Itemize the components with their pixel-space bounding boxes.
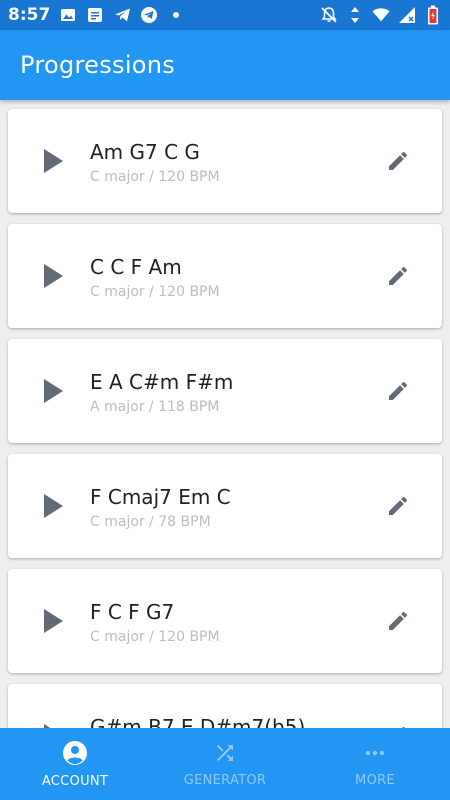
account-icon bbox=[63, 740, 87, 765]
play-button[interactable] bbox=[38, 376, 68, 406]
progression-card[interactable]: Am G7 C G C major / 120 BPM bbox=[8, 109, 442, 213]
battery-icon bbox=[424, 5, 442, 25]
edit-button[interactable] bbox=[384, 492, 412, 520]
progression-chords: Am G7 C G bbox=[90, 140, 200, 164]
pencil-icon bbox=[389, 611, 408, 630]
play-icon bbox=[44, 494, 63, 518]
pencil-icon bbox=[389, 151, 408, 170]
progression-list[interactable]: Am G7 C G C major / 120 BPM C C F Am C m… bbox=[0, 100, 450, 728]
notifications-off-icon bbox=[320, 6, 338, 24]
play-button[interactable] bbox=[38, 491, 68, 521]
nav-more-label: MORE bbox=[355, 772, 395, 788]
progression-meta: C major / 78 BPM bbox=[90, 514, 211, 530]
pencil-icon bbox=[389, 266, 408, 285]
progression-card[interactable]: F C F G7 C major / 120 BPM bbox=[8, 569, 442, 673]
progression-meta: C major / 120 BPM bbox=[90, 629, 220, 645]
play-icon bbox=[44, 264, 63, 288]
progression-card[interactable]: E A C#m F#m A major / 118 BPM bbox=[8, 339, 442, 443]
progression-chords: C C F Am bbox=[90, 255, 182, 279]
status-bar: 8:57 bbox=[0, 0, 450, 30]
pencil-icon bbox=[389, 381, 408, 400]
status-time: 8:57 bbox=[8, 5, 51, 25]
image-icon bbox=[59, 6, 77, 24]
telegram-icon bbox=[113, 6, 131, 24]
more-icon bbox=[365, 750, 385, 755]
progression-card[interactable]: C C F Am C major / 120 BPM bbox=[8, 224, 442, 328]
nav-generator-label: GENERATOR bbox=[183, 772, 267, 788]
telegram-icon bbox=[140, 6, 158, 24]
progression-meta: C major / 120 BPM bbox=[90, 284, 220, 300]
dot-icon bbox=[167, 6, 185, 24]
play-icon bbox=[44, 149, 63, 173]
shuffle-icon bbox=[217, 744, 233, 761]
edit-button[interactable] bbox=[384, 262, 412, 290]
nav-account-label: ACCOUNT bbox=[41, 773, 109, 789]
signal-icon bbox=[398, 6, 416, 24]
play-button[interactable] bbox=[38, 261, 68, 291]
edit-button[interactable] bbox=[384, 607, 412, 635]
play-icon bbox=[44, 379, 63, 403]
play-icon bbox=[44, 609, 63, 633]
pencil-icon bbox=[389, 496, 408, 515]
bottom-navigation: ACCOUNT GENERATOR MORE bbox=[0, 728, 450, 800]
play-button[interactable] bbox=[38, 146, 68, 176]
page-title: Progressions bbox=[20, 51, 176, 79]
progression-chords: F Cmaj7 Em C bbox=[90, 485, 231, 509]
play-button[interactable] bbox=[38, 721, 68, 728]
progression-chords: G#m B7 E D#m7(b5) bbox=[90, 715, 306, 728]
edit-button[interactable] bbox=[384, 377, 412, 405]
message-icon bbox=[86, 6, 104, 24]
progression-meta: C major / 120 BPM bbox=[90, 169, 220, 185]
nav-generator[interactable]: GENERATOR bbox=[150, 728, 300, 800]
app-bar: Progressions bbox=[0, 30, 450, 100]
progression-chords: E A C#m F#m bbox=[90, 370, 234, 394]
play-button[interactable] bbox=[38, 606, 68, 636]
edit-button[interactable] bbox=[384, 147, 412, 175]
wifi-icon bbox=[372, 6, 390, 24]
progression-card[interactable]: F Cmaj7 Em C C major / 78 BPM bbox=[8, 454, 442, 558]
data-arrows-icon bbox=[346, 6, 364, 24]
nav-account[interactable]: ACCOUNT bbox=[0, 728, 150, 800]
nav-more[interactable]: MORE bbox=[300, 728, 450, 800]
progression-chords: F C F G7 bbox=[90, 600, 175, 624]
progression-meta: A major / 118 BPM bbox=[90, 399, 220, 415]
progression-card[interactable]: G#m B7 E D#m7(b5) bbox=[8, 684, 442, 728]
